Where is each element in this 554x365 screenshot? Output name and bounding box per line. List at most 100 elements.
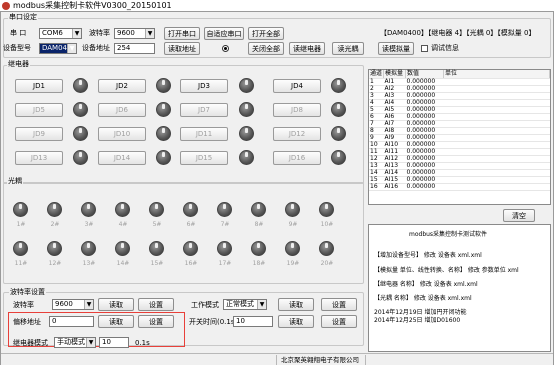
- auto-port-button[interactable]: 自适应串口: [204, 27, 244, 40]
- relay-button-9[interactable]: JD9: [15, 127, 63, 141]
- table-row[interactable]: 4 AI4 0.000000: [369, 99, 550, 107]
- offset-read-button[interactable]: 读取: [98, 315, 134, 328]
- table-row[interactable]: 11 AI11 0.000000: [369, 148, 550, 156]
- offset-input[interactable]: 0: [49, 316, 94, 327]
- optocoupler-label: 13#: [82, 260, 96, 267]
- connection-radio[interactable]: [222, 45, 229, 52]
- table-row[interactable]: 3 AI3 0.000000: [369, 92, 550, 100]
- relay-status-icon: [239, 102, 254, 117]
- relay-button-2[interactable]: JD2: [98, 79, 146, 93]
- optocoupler-label: 12#: [48, 260, 62, 267]
- read-relay-button[interactable]: 读继电器: [289, 42, 325, 55]
- relay-status-icon: [73, 78, 88, 93]
- address-input[interactable]: 254: [114, 43, 155, 54]
- read-address-button[interactable]: 读取地址: [164, 42, 200, 55]
- table-cell: 15: [369, 176, 384, 184]
- relay-button-16[interactable]: JD16: [273, 151, 321, 165]
- open-all-button[interactable]: 打开全部: [248, 27, 284, 40]
- table-row[interactable]: 10 AI10 0.000000: [369, 141, 550, 149]
- optocoupler-indicator-icon: [81, 241, 96, 256]
- bs-set-button[interactable]: 设置: [138, 298, 174, 311]
- table-row[interactable]: 7 AI7 0.000000: [369, 120, 550, 128]
- table-header-row: 通道 模拟量 数值 单位: [369, 70, 550, 79]
- clear-button[interactable]: 清空: [503, 209, 535, 222]
- time-set-button[interactable]: 设置: [321, 315, 357, 328]
- table-cell: AI6: [383, 113, 406, 121]
- table-cell: 0.000000: [405, 113, 444, 121]
- baud-select[interactable]: 9600 ▼: [114, 28, 155, 39]
- table-cell: AI11: [383, 148, 406, 156]
- relay-button-4[interactable]: JD4: [273, 79, 321, 93]
- relay-status-icon: [331, 102, 346, 117]
- table-row[interactable]: 8 AI8 0.000000: [369, 127, 550, 135]
- relay-button-5[interactable]: JD5: [15, 103, 63, 117]
- relay-button-12[interactable]: JD12: [273, 127, 321, 141]
- optocoupler-label: 20#: [320, 260, 334, 267]
- open-port-button[interactable]: 打开串口: [164, 27, 200, 40]
- read-analog-button[interactable]: 读模拟量: [378, 42, 414, 55]
- table-row[interactable]: 16 AI16 0.000000: [369, 183, 550, 191]
- table-row[interactable]: 2 AI2 0.000000: [369, 85, 550, 93]
- relay-button-3[interactable]: JD3: [180, 79, 228, 93]
- optocoupler-label: 16#: [184, 260, 198, 267]
- debug-checkbox[interactable]: [421, 45, 428, 52]
- table-cell: 0.000000: [405, 155, 444, 163]
- table-row[interactable]: 15 AI15 0.000000: [369, 176, 550, 184]
- table-cell: 9: [369, 134, 384, 142]
- relay-button-6[interactable]: JD6: [98, 103, 146, 117]
- col-unit[interactable]: 单位: [443, 70, 550, 79]
- table-cell: AI14: [383, 169, 406, 177]
- model-select[interactable]: DAM0400 ▼: [39, 43, 77, 54]
- table-row[interactable]: 6 AI6 0.000000: [369, 113, 550, 121]
- read-optocoupler-button[interactable]: 读光耦: [332, 42, 364, 55]
- table-cell: 0.000000: [405, 141, 444, 149]
- relay-button-1[interactable]: JD1: [15, 79, 63, 93]
- col-value[interactable]: 数值: [405, 70, 445, 79]
- relay-mode-time-input[interactable]: 10: [99, 337, 129, 348]
- relay-mode-select[interactable]: 手动模式 ▼: [54, 337, 96, 348]
- table-row[interactable]: 12 AI12 0.000000: [369, 155, 550, 163]
- time-read-button[interactable]: 读取: [278, 315, 314, 328]
- table-cell: 0.000000: [405, 85, 444, 93]
- optocoupler-group-label: 光耦: [7, 177, 23, 185]
- bs-baud-select[interactable]: 9600 ▼: [52, 299, 94, 310]
- relay-button-7[interactable]: JD7: [180, 103, 228, 117]
- col-analog[interactable]: 模拟量: [383, 70, 407, 79]
- relay-button-11[interactable]: JD11: [180, 127, 228, 141]
- table-cell-unit: [443, 134, 550, 142]
- offset-set-button[interactable]: 设置: [138, 315, 174, 328]
- work-mode-select[interactable]: 正常模式 ▼: [223, 299, 267, 310]
- table-row[interactable]: 14 AI14 0.000000: [369, 169, 550, 177]
- serial-settings-label: 串口设定: [8, 13, 38, 21]
- log-line: 【增加设备型号】 修改 设备表 xml.xml: [374, 252, 482, 259]
- optocoupler-label: 10#: [320, 221, 334, 228]
- work-read-button[interactable]: 读取: [278, 298, 314, 311]
- relay-button-8[interactable]: JD8: [273, 103, 321, 117]
- table-cell: 0.000000: [405, 99, 444, 107]
- col-channel[interactable]: 通道: [369, 70, 384, 79]
- table-row[interactable]: 13 AI13 0.000000: [369, 162, 550, 170]
- log-panel[interactable]: modbus采集控制卡测试软件 【增加设备型号】 修改 设备表 xml.xml …: [368, 224, 551, 352]
- optocoupler-label: 6#: [186, 221, 196, 228]
- table-cell: AI9: [383, 134, 406, 142]
- table-row[interactable]: 9 AI9 0.000000: [369, 134, 550, 142]
- table-row[interactable]: 5 AI5 0.000000: [369, 106, 550, 114]
- relay-button-13[interactable]: JD13: [15, 151, 63, 165]
- relay-group-label: 继电器: [7, 60, 30, 68]
- switch-time-label: 开关时间(0.1s): [189, 318, 238, 326]
- switch-time-input[interactable]: 10: [233, 316, 273, 327]
- relay-button-14[interactable]: JD14: [98, 151, 146, 165]
- table-cell-unit: [443, 113, 550, 121]
- close-all-button[interactable]: 关闭全部: [248, 42, 284, 55]
- optocoupler-indicator-icon: [13, 202, 28, 217]
- table-cell: 0.000000: [405, 148, 444, 156]
- optocoupler-indicator-icon: [149, 202, 164, 217]
- table-row[interactable]: 1 AI1 0.000000: [369, 78, 550, 86]
- work-set-button[interactable]: 设置: [321, 298, 357, 311]
- relay-button-15[interactable]: JD15: [180, 151, 228, 165]
- title-bar: modbus采集控制卡软件V0300_20150101: [0, 0, 554, 11]
- bs-read-button[interactable]: 读取: [98, 298, 134, 311]
- relay-button-10[interactable]: JD10: [98, 127, 146, 141]
- table-cell-unit: [443, 183, 550, 191]
- port-select[interactable]: COM6 ▼: [39, 28, 82, 39]
